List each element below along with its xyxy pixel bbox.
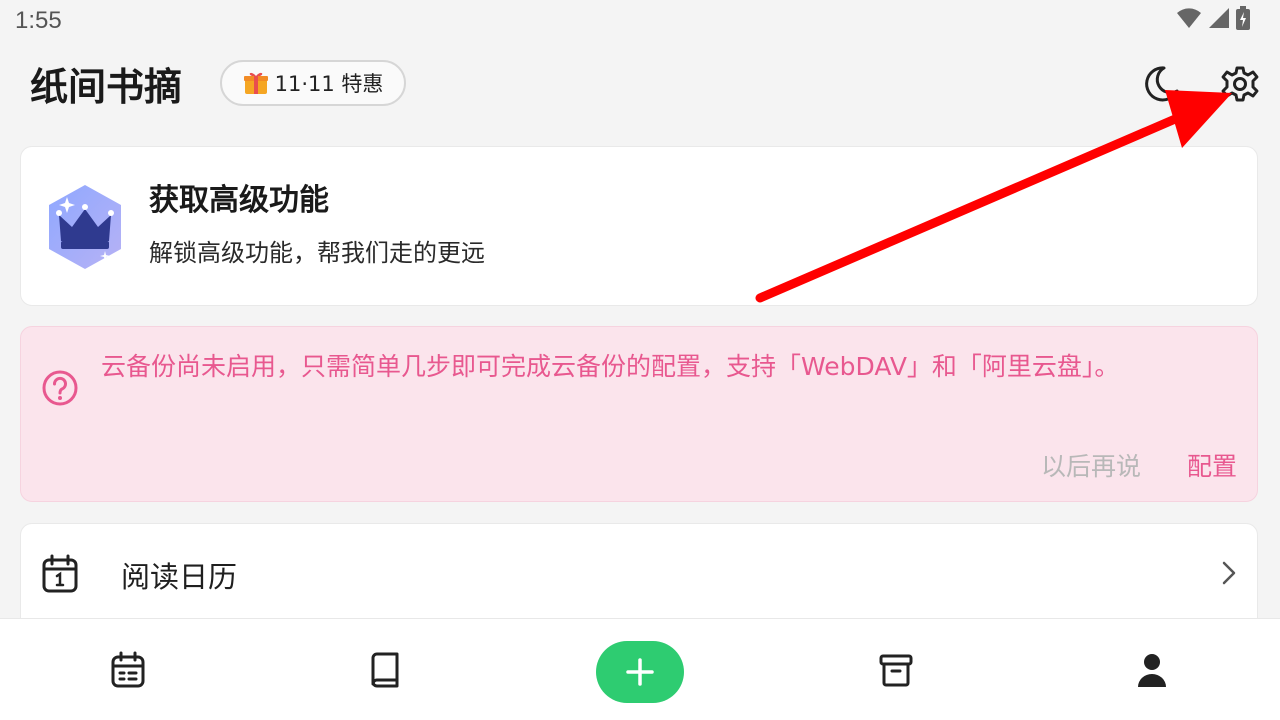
settings-button[interactable]: [1218, 62, 1262, 106]
config-button[interactable]: 配置: [1187, 447, 1237, 483]
promo-button[interactable]: 11·11 特惠: [220, 60, 406, 106]
bottom-nav: [0, 618, 1280, 720]
crown-badge-icon: [49, 185, 121, 269]
nav-books-tab[interactable]: [364, 649, 404, 691]
archive-icon: [879, 654, 913, 687]
person-icon: [1138, 654, 1166, 687]
calendar-list-icon: [111, 651, 145, 688]
nav-profile-tab[interactable]: [1132, 649, 1172, 691]
gift-icon: [243, 72, 268, 94]
status-icons: [1176, 6, 1250, 30]
reading-calendar-row[interactable]: 阅读日历: [20, 523, 1258, 633]
premium-card[interactable]: 获取高级功能 解锁高级功能，帮我们走的更远: [20, 146, 1258, 306]
premium-title: 获取高级功能: [149, 183, 329, 218]
reading-calendar-label: 阅读日历: [121, 560, 238, 594]
promo-label: 11·11 特惠: [274, 72, 384, 96]
status-time: 1:55: [15, 7, 62, 34]
nav-archive-tab[interactable]: [876, 649, 916, 691]
question-circle-icon: [42, 370, 78, 406]
add-button[interactable]: [596, 641, 684, 703]
nav-calendar-tab[interactable]: [108, 649, 148, 691]
gear-icon: [1221, 66, 1259, 102]
plus-icon: [626, 658, 654, 686]
night-mode-button[interactable]: [1138, 62, 1182, 106]
battery-icon: [1236, 6, 1250, 30]
calendar-icon: [42, 554, 78, 593]
book-icon: [371, 652, 399, 688]
moon-icon: [1145, 66, 1179, 102]
app-title: 纸间书摘: [30, 65, 183, 109]
backup-notice: 云备份尚未启用，只需简单几步即可完成云备份的配置，支持「WebDAV」和「阿里云…: [20, 326, 1258, 502]
chevron-right-icon: [1222, 561, 1236, 585]
wifi-icon: [1177, 8, 1201, 28]
premium-subtitle: 解锁高级功能，帮我们走的更远: [149, 239, 485, 267]
later-button[interactable]: 以后再说: [1041, 447, 1141, 483]
backup-message: 云备份尚未启用，只需简单几步即可完成云备份的配置，支持「WebDAV」和「阿里云…: [101, 352, 1120, 381]
signal-icon: [1209, 8, 1229, 28]
